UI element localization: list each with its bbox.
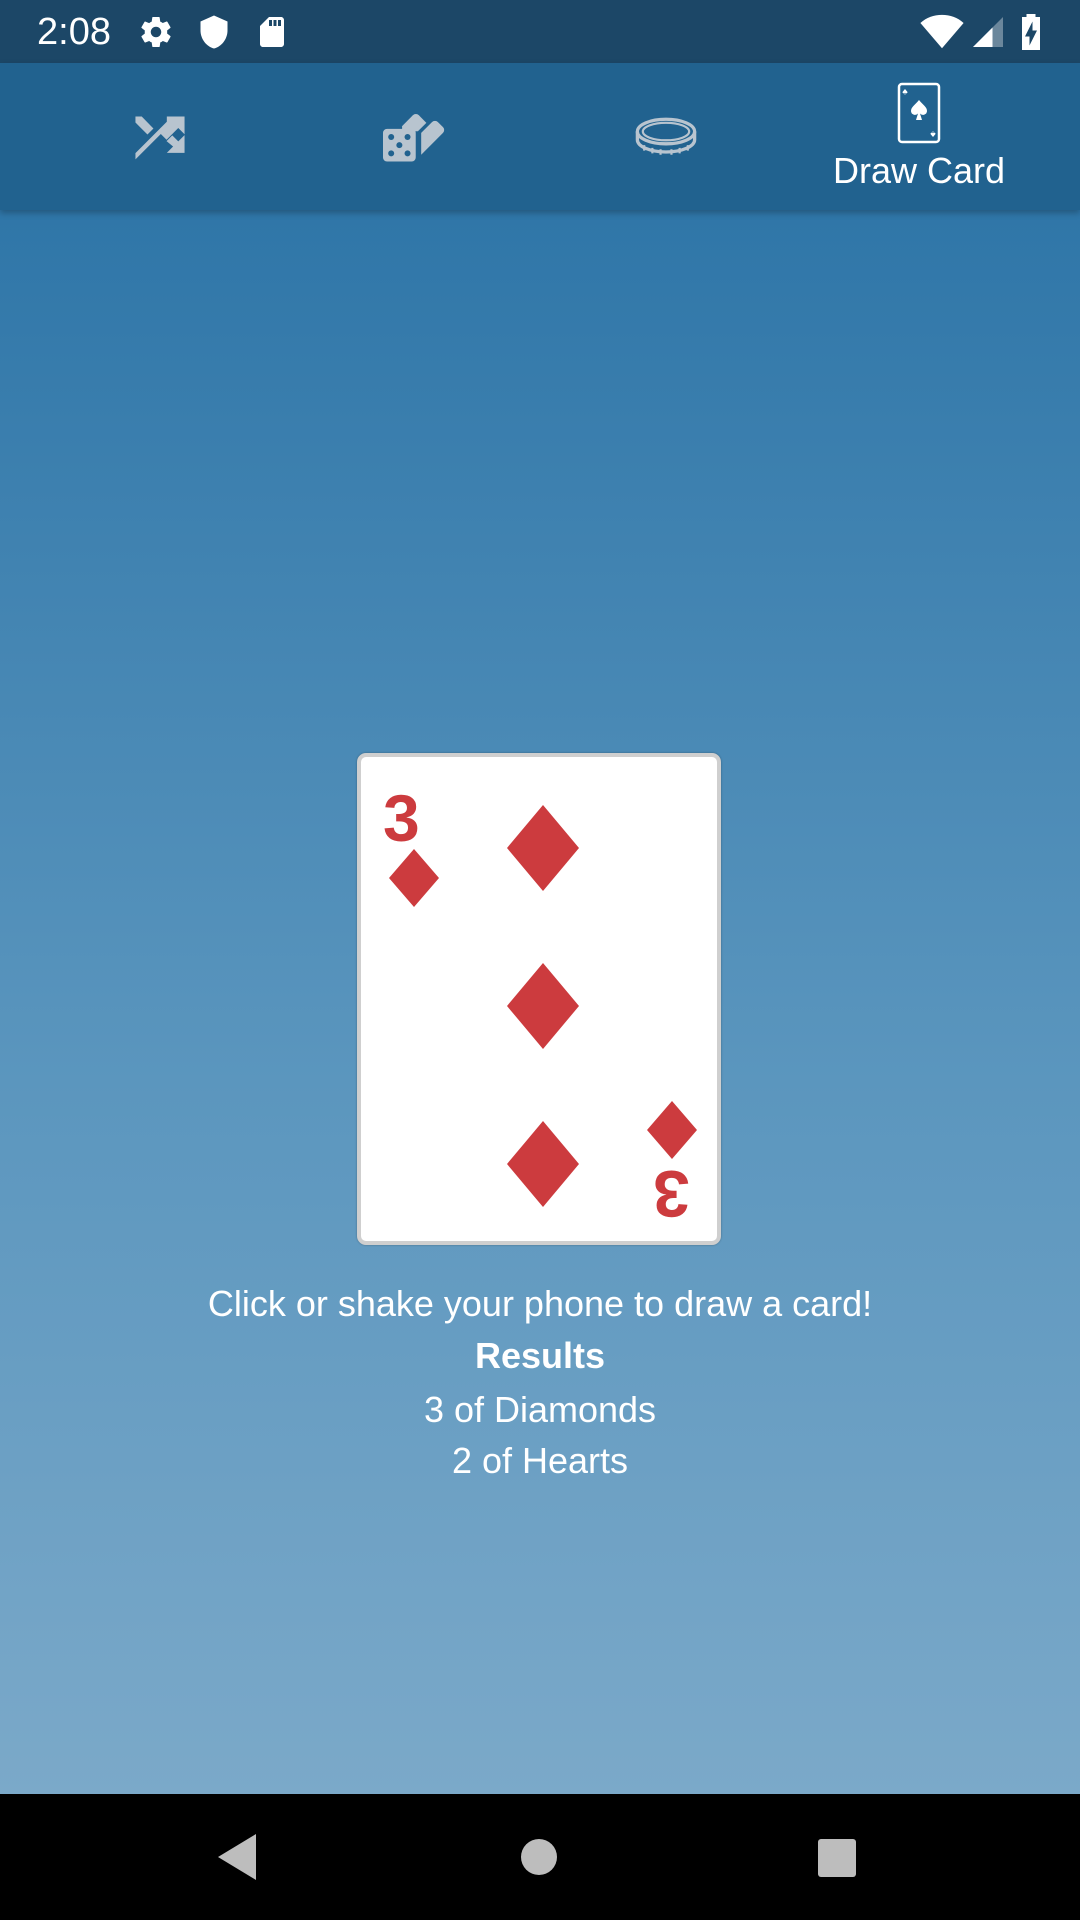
main-content[interactable]: 3 3 Click or shake your phone to draw a … <box>0 210 1080 1794</box>
diamond-icon <box>507 963 579 1049</box>
draw-instruction: Click or shake your phone to draw a card… <box>207 1283 873 1324</box>
result-item: 2 of Hearts <box>451 1440 629 1481</box>
result-item: 3 of Diamonds <box>423 1389 657 1430</box>
dice-icon <box>383 113 445 162</box>
settings-icon <box>138 14 174 50</box>
results-list: 3 of Diamonds 2 of Hearts <box>0 1384 1080 1486</box>
shield-icon <box>196 14 232 50</box>
recents-icon[interactable] <box>817 1838 857 1878</box>
card-rank-bottom: 3 <box>653 1157 690 1231</box>
tab-coin[interactable] <box>531 63 801 210</box>
battery-charging-icon <box>1018 14 1044 50</box>
home-icon[interactable] <box>520 1838 558 1876</box>
top-tab-bar: Draw Card <box>0 63 1080 210</box>
results-title: Results <box>474 1335 606 1376</box>
status-time: 2:08 <box>37 11 111 53</box>
diamond-icon <box>507 805 579 891</box>
shuffle-icon <box>135 116 185 159</box>
system-nav-bar <box>0 1794 1080 1920</box>
card-rank-top: 3 <box>383 781 420 855</box>
diamond-icon <box>647 1101 697 1159</box>
diamond-icon <box>507 1121 579 1207</box>
sd-card-icon <box>254 14 290 50</box>
diamond-icon <box>389 849 439 907</box>
tab-draw-card[interactable]: Draw Card <box>784 63 1054 210</box>
playing-card-icon <box>897 82 941 143</box>
status-bar: 2:08 <box>0 0 1080 63</box>
playing-card[interactable]: 3 3 <box>357 753 721 1245</box>
wifi-icon <box>920 14 964 50</box>
tab-dice[interactable] <box>278 63 548 210</box>
coin-icon <box>635 117 697 155</box>
back-icon[interactable] <box>214 1832 258 1882</box>
signal-icon <box>970 14 1006 50</box>
tab-shuffle[interactable] <box>25 63 295 210</box>
tab-draw-card-label: Draw Card <box>832 149 1006 191</box>
